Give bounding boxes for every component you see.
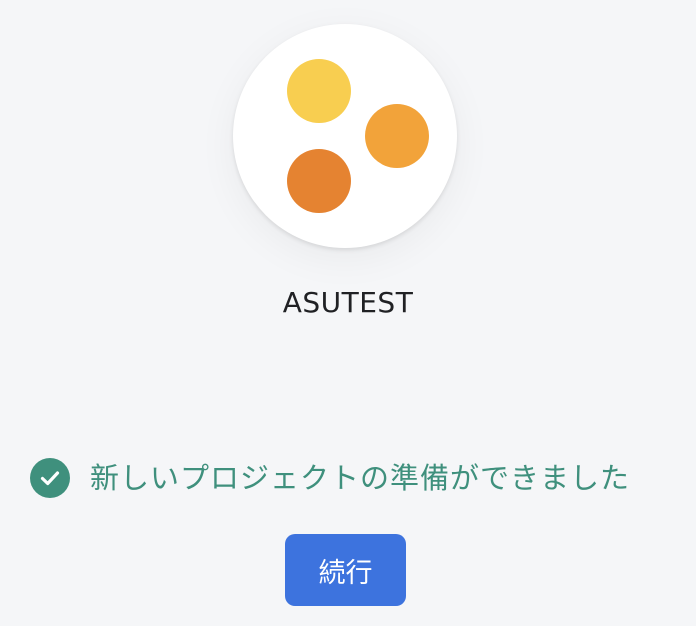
project-logo (233, 24, 457, 248)
logo-dot-yellow (287, 59, 351, 123)
logo-dot-dark-orange (287, 149, 351, 213)
check-circle-icon (30, 458, 70, 498)
status-message: 新しいプロジェクトの準備ができました (30, 456, 630, 500)
status-text: 新しいプロジェクトの準備ができました (90, 461, 631, 495)
project-name: ASUTEST (282, 286, 414, 319)
continue-button[interactable]: 続行 (285, 534, 406, 606)
logo-dot-orange (365, 104, 429, 168)
